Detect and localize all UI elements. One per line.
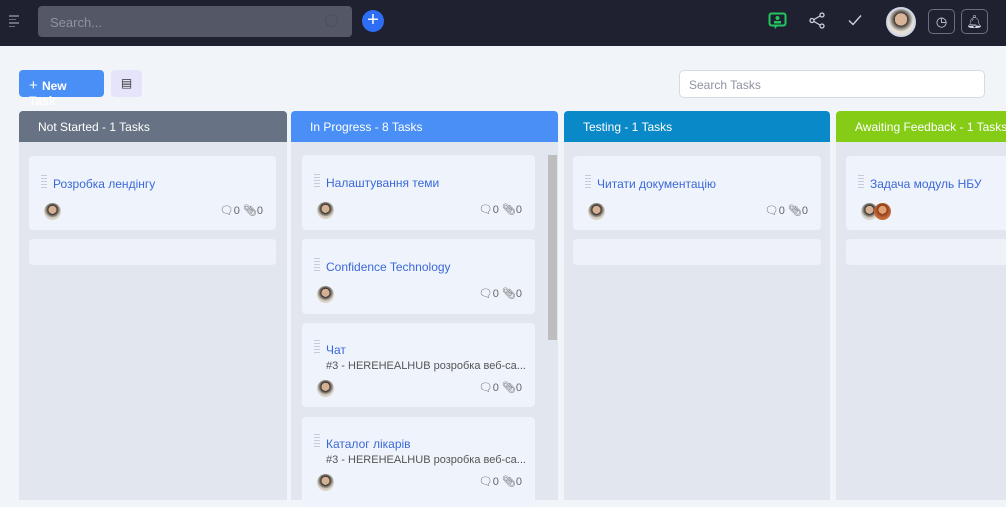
comment-icon: 🗨︎ xyxy=(478,382,493,394)
task-card[interactable]: Confidence Technology 🗨︎0 📎︎0 xyxy=(302,239,535,314)
column-header: Testing - 1 Tasks xyxy=(564,111,830,142)
list-icon: ▤ xyxy=(120,76,133,90)
task-title[interactable]: Confidence Technology xyxy=(326,260,451,274)
paperclip-icon: 📎︎ xyxy=(501,382,516,394)
column-awaiting-feedback: Awaiting Feedback - 1 Tasks Задача модул… xyxy=(836,111,1006,500)
drag-handle-icon[interactable] xyxy=(858,175,864,188)
plus-icon: + xyxy=(29,77,42,94)
column-not-started: Not Started - 1 Tasks Розробка лендінгу … xyxy=(19,111,287,500)
timer-button[interactable]: ◷ xyxy=(928,9,955,34)
quick-add-button[interactable]: + xyxy=(362,10,384,32)
paperclip-icon: 📎︎ xyxy=(501,476,516,488)
drop-zone xyxy=(846,239,1006,265)
task-title[interactable]: Читати документацію xyxy=(597,177,716,191)
comment-icon: 🗨︎ xyxy=(219,205,234,217)
list-view-button[interactable]: ▤ xyxy=(111,70,142,97)
comment-icon: 🗨︎ xyxy=(764,205,779,217)
drag-handle-icon[interactable] xyxy=(314,340,320,353)
assignee-avatar xyxy=(588,203,605,220)
task-title[interactable]: Задача модуль НБУ xyxy=(870,177,981,191)
check-icon[interactable] xyxy=(847,12,863,33)
assignee-avatar xyxy=(317,286,334,303)
task-title[interactable]: Налаштування теми xyxy=(326,176,439,190)
new-task-button[interactable]: + New Task xyxy=(19,70,104,108)
task-meta: 🗨︎0 📎︎0 xyxy=(478,382,522,394)
search-icon[interactable] xyxy=(325,14,338,27)
global-search-input[interactable]: Search... xyxy=(38,6,352,37)
drop-zone xyxy=(29,239,276,265)
bell-icon: 🔔︎ xyxy=(966,14,983,29)
column-in-progress: In Progress - 8 Tasks Налаштування теми … xyxy=(291,111,558,507)
assignee-avatar xyxy=(44,203,61,220)
column-testing: Testing - 1 Tasks Читати документацію 🗨︎… xyxy=(564,111,830,500)
assignee-avatar xyxy=(317,380,334,397)
task-title[interactable]: Розробка лендінгу xyxy=(53,177,155,191)
task-card[interactable]: Налаштування теми 🗨︎0 📎︎0 xyxy=(302,155,535,230)
task-card[interactable]: Читати документацію 🗨︎0 📎︎0 xyxy=(573,156,821,230)
share-icon[interactable] xyxy=(809,12,826,34)
paperclip-icon: 📎︎ xyxy=(242,205,257,217)
assignee-avatar xyxy=(317,474,334,491)
search-tasks-input[interactable]: Search Tasks xyxy=(679,70,985,98)
paperclip-icon: 📎︎ xyxy=(501,204,516,216)
assignee-avatar xyxy=(317,202,334,219)
drag-handle-icon[interactable] xyxy=(314,258,320,271)
notifications-button[interactable]: 🔔︎ xyxy=(961,9,988,34)
task-card[interactable]: Задача модуль НБУ xyxy=(846,156,1006,230)
task-card[interactable]: Розробка лендінгу 🗨︎0 📎︎0 xyxy=(29,156,276,230)
task-card[interactable]: Каталог лікарів #3 - HEREHEALHUB розробк… xyxy=(302,417,535,507)
task-card[interactable]: Чат #3 - HEREHEALHUB розробка веб-са... … xyxy=(302,323,535,407)
drag-handle-icon[interactable] xyxy=(585,175,591,188)
chat-user-icon[interactable] xyxy=(768,12,787,36)
task-project[interactable]: #3 - HEREHEALHUB розробка веб-са... xyxy=(326,454,526,466)
drag-handle-icon[interactable] xyxy=(314,434,320,447)
task-meta: 🗨︎0 📎︎0 xyxy=(764,205,808,217)
drop-zone xyxy=(573,239,821,265)
drag-handle-icon[interactable] xyxy=(41,175,47,188)
user-avatar[interactable] xyxy=(886,7,916,37)
column-header: Not Started - 1 Tasks xyxy=(19,111,287,142)
paperclip-icon: 📎︎ xyxy=(787,205,802,217)
paperclip-icon: 📎︎ xyxy=(501,288,516,300)
comment-icon: 🗨︎ xyxy=(478,204,493,216)
search-tasks-placeholder: Search Tasks xyxy=(689,78,761,92)
column-header: In Progress - 8 Tasks xyxy=(291,111,558,142)
drag-handle-icon[interactable] xyxy=(314,174,320,187)
clock-icon: ◷ xyxy=(935,14,948,29)
search-placeholder: Search... xyxy=(50,15,103,30)
comment-icon: 🗨︎ xyxy=(478,288,493,300)
top-navbar: Search... + ◷ 🔔︎ xyxy=(0,0,1006,46)
column-header: Awaiting Feedback - 1 Tasks xyxy=(836,111,1006,142)
scrollbar-thumb[interactable] xyxy=(548,155,557,340)
task-meta: 🗨︎0 📎︎0 xyxy=(478,204,522,216)
menu-toggle-icon[interactable] xyxy=(9,15,21,27)
task-project[interactable]: #3 - HEREHEALHUB розробка веб-са... xyxy=(326,360,526,372)
task-meta: 🗨︎0 📎︎0 xyxy=(478,476,522,488)
task-meta: 🗨︎0 📎︎0 xyxy=(219,205,263,217)
task-meta: 🗨︎0 📎︎0 xyxy=(478,288,522,300)
task-title[interactable]: Чат xyxy=(326,343,346,357)
comment-icon: 🗨︎ xyxy=(478,476,493,488)
assignee-avatar xyxy=(874,203,891,220)
task-title[interactable]: Каталог лікарів xyxy=(326,437,411,451)
